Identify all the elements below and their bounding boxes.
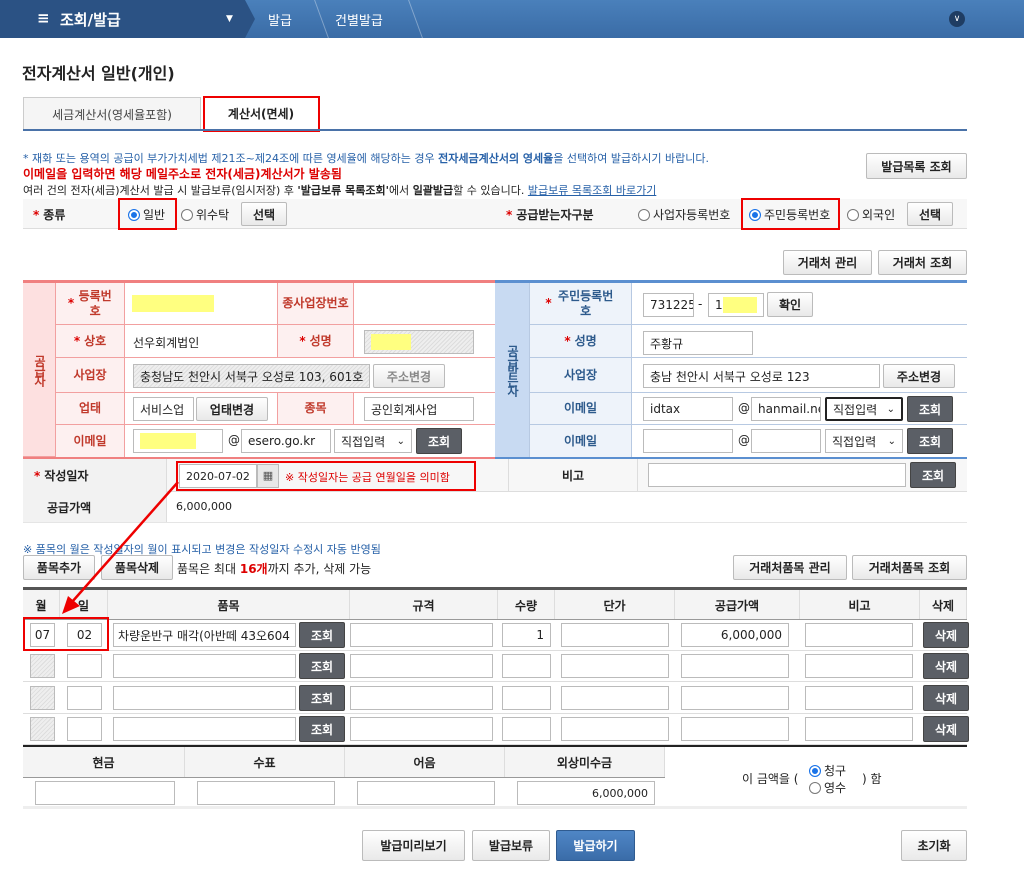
- annotation-arrow: [62, 481, 179, 614]
